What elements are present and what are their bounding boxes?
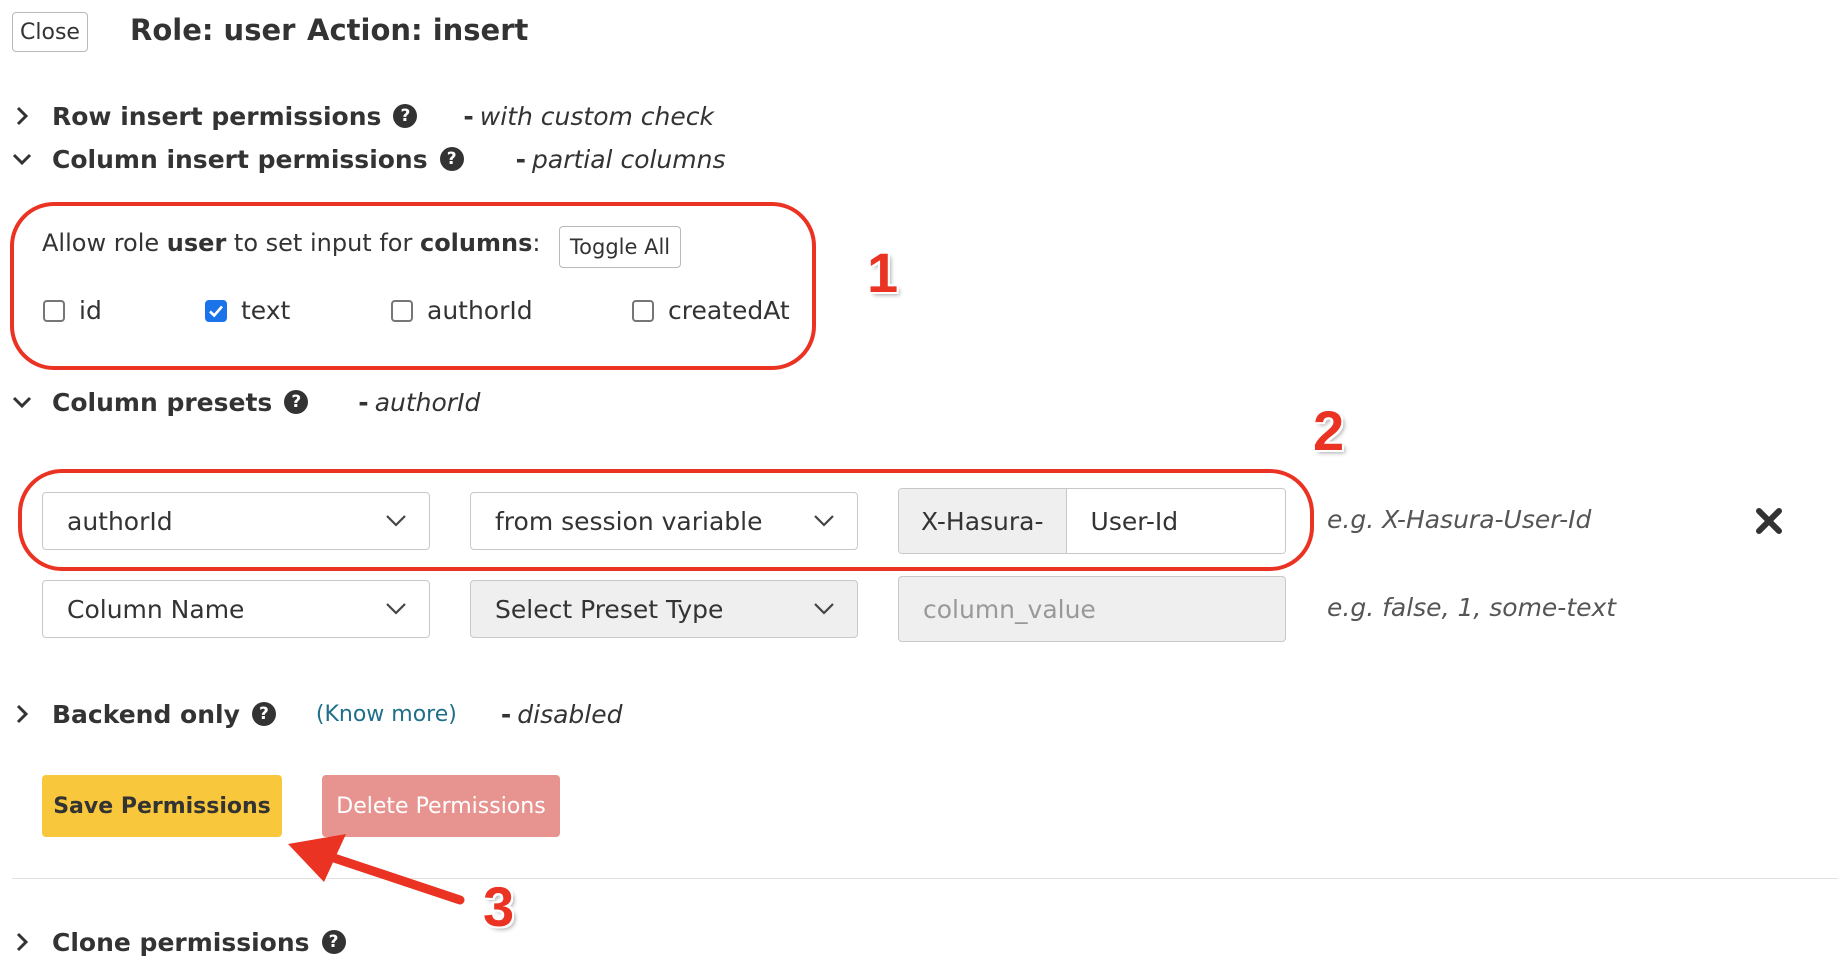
chevron-down-icon <box>12 153 32 166</box>
backend-only-section[interactable]: Backend only ? (Know more) - disabled <box>10 694 623 734</box>
annotation-number-1: 1 <box>867 241 899 304</box>
role-heading: Role: user <box>130 13 296 47</box>
column-presets-status: - authorId <box>358 387 481 417</box>
chevron-right-icon <box>16 932 29 952</box>
annotation-box-2 <box>18 469 1314 571</box>
select-value: Select Preset Type <box>495 594 724 624</box>
chevron-right-icon <box>16 704 29 724</box>
preset-type-select-disabled[interactable]: Select Preset Type <box>470 580 858 638</box>
preset-hint: e.g. false, 1, some-text <box>1327 593 1617 622</box>
close-button[interactable]: Close <box>12 12 88 52</box>
annotation-arrow-icon <box>288 834 465 905</box>
help-icon[interactable]: ? <box>284 390 309 414</box>
help-icon[interactable]: ? <box>439 147 464 171</box>
preset-hint: e.g. X-Hasura-User-Id <box>1327 505 1592 534</box>
know-more-link[interactable]: (Know more) <box>316 702 457 727</box>
preset-value-input[interactable]: column_value <box>898 576 1286 642</box>
help-icon[interactable]: ? <box>321 930 346 954</box>
backend-only-status: - disabled <box>500 699 623 729</box>
clone-permissions-title: Clone permissions <box>52 927 310 957</box>
remove-preset-icon[interactable] <box>1755 507 1783 535</box>
action-heading: Action: insert <box>307 13 529 47</box>
chevron-down-icon <box>814 603 834 615</box>
select-value: Column Name <box>67 594 245 624</box>
column-insert-section[interactable]: Column insert permissions ? - partial col… <box>10 139 726 179</box>
preset-column-select-empty[interactable]: Column Name <box>42 580 430 638</box>
column-presets-title: Column presets <box>52 387 273 417</box>
backend-only-title: Backend only <box>52 699 240 729</box>
chevron-down-icon <box>386 603 406 615</box>
chevron-down-icon <box>12 396 32 409</box>
save-permissions-button[interactable]: Save Permissions <box>42 775 282 837</box>
annotation-number-2: 2 <box>1313 399 1345 462</box>
row-insert-title: Row insert permissions <box>52 101 382 131</box>
help-icon[interactable]: ? <box>251 702 276 726</box>
column-presets-section[interactable]: Column presets ? - authorId <box>10 382 480 422</box>
clone-permissions-section[interactable]: Clone permissions ? <box>10 922 346 962</box>
chevron-right-icon <box>16 106 29 126</box>
column-insert-status: - partial columns <box>515 144 726 174</box>
row-insert-status: - with custom check <box>463 101 714 131</box>
annotation-number-3: 3 <box>483 875 515 938</box>
help-icon[interactable]: ? <box>393 104 418 128</box>
annotation-box-1 <box>10 202 816 370</box>
column-insert-title: Column insert permissions <box>52 144 428 174</box>
row-insert-section[interactable]: Row insert permissions ? - with custom ch… <box>10 96 714 136</box>
